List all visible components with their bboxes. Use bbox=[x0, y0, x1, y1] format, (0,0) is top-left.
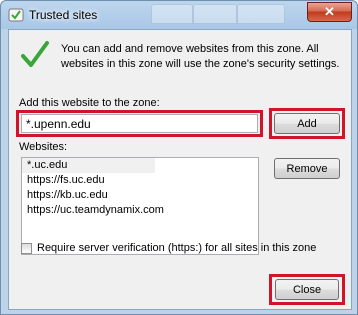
verification-row[interactable]: Require server verification (https:) for… bbox=[21, 240, 316, 256]
info-text: You can add and remove websites from thi… bbox=[61, 43, 340, 70]
background-tab bbox=[151, 4, 193, 24]
background-tab bbox=[193, 4, 237, 24]
add-website-label: Add this website to the zone: bbox=[19, 97, 160, 109]
list-item[interactable]: https://fs.uc.edu bbox=[22, 173, 258, 188]
add-button[interactable]: Add bbox=[274, 113, 340, 134]
info-row: You can add and remove websites from thi… bbox=[21, 38, 343, 78]
window-close-button[interactable]: ✕ bbox=[307, 2, 352, 22]
list-item[interactable]: https://kb.uc.edu bbox=[22, 188, 258, 203]
background-tabs bbox=[151, 4, 291, 24]
dialog-body: You can add and remove websites from thi… bbox=[8, 29, 352, 310]
websites-label: Websites: bbox=[19, 141, 68, 153]
title-bar: Trusted sites ✕ bbox=[1, 1, 357, 29]
close-button[interactable]: Close bbox=[275, 279, 339, 300]
internet-options-icon bbox=[8, 7, 24, 23]
close-icon: ✕ bbox=[324, 4, 335, 19]
checkmark-icon bbox=[21, 40, 49, 70]
verification-checkbox[interactable] bbox=[21, 242, 32, 254]
trusted-sites-dialog: Trusted sites ✕ You can add and remove w… bbox=[0, 0, 358, 315]
verification-label: Require server verification (https:) for… bbox=[37, 242, 317, 254]
list-item[interactable]: https://uc.teamdynamix.com bbox=[22, 203, 258, 218]
website-input[interactable]: *.upenn.edu bbox=[21, 114, 258, 133]
remove-button[interactable]: Remove bbox=[274, 158, 340, 179]
window-title: Trusted sites bbox=[29, 8, 98, 22]
background-tab bbox=[237, 4, 285, 24]
list-item[interactable]: *.uc.edu bbox=[22, 158, 155, 173]
